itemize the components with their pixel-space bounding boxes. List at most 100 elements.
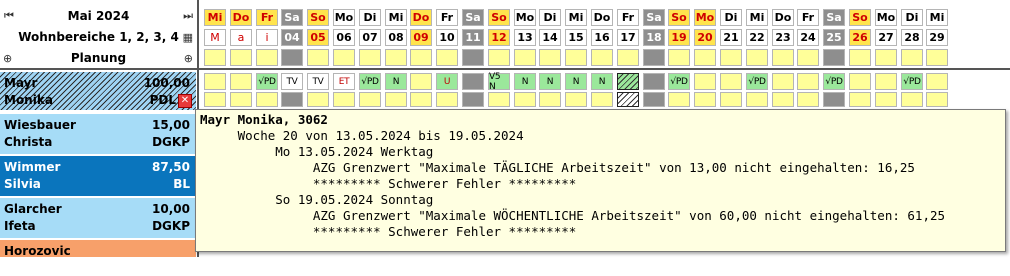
planning-cell[interactable] — [256, 49, 278, 66]
shift-cell[interactable] — [849, 73, 871, 90]
shift-cell[interactable] — [643, 92, 665, 107]
shift-cell[interactable] — [772, 92, 794, 107]
day-number-cell[interactable]: 24 — [797, 29, 819, 46]
planning-cell[interactable] — [617, 49, 639, 66]
planning-cell[interactable] — [436, 49, 458, 66]
shift-cell[interactable] — [617, 92, 639, 107]
day-number-cell[interactable]: a — [230, 29, 252, 46]
planning-cell[interactable] — [823, 49, 845, 66]
shift-cell[interactable]: V5 N — [488, 72, 510, 92]
shift-cell[interactable]: √PD — [256, 73, 278, 90]
shift-cell[interactable]: N — [565, 73, 587, 90]
planning-cell[interactable] — [694, 49, 716, 66]
employee-row[interactable]: Glarcher 10,00 Ifeta DGKP — [0, 198, 196, 238]
day-number-cell[interactable]: 26 — [849, 29, 871, 46]
day-number-cell[interactable]: 08 — [385, 29, 407, 46]
shift-cell[interactable]: √PD — [823, 73, 845, 90]
shift-cell[interactable] — [256, 92, 278, 107]
day-number-cell[interactable]: 14 — [539, 29, 561, 46]
planning-cell[interactable] — [797, 49, 819, 66]
shift-cell[interactable] — [694, 73, 716, 90]
day-number-cell[interactable]: 11 — [462, 29, 484, 46]
shift-cell[interactable]: N — [591, 73, 613, 90]
shift-cell[interactable] — [204, 73, 226, 90]
shift-cell[interactable] — [772, 73, 794, 90]
shift-cell[interactable] — [565, 92, 587, 107]
employee-row[interactable]: Mayr 100,00 Monika PDL ✕ — [0, 72, 196, 110]
employee-row[interactable]: Horozovic — [0, 240, 196, 258]
planning-cell[interactable] — [849, 49, 871, 66]
shift-cell[interactable]: N — [539, 73, 561, 90]
planning-cell[interactable] — [875, 49, 897, 66]
grid-icon[interactable]: ▦ — [183, 31, 193, 44]
shift-cell[interactable] — [926, 92, 948, 107]
shift-cell[interactable] — [694, 92, 716, 107]
day-number-cell[interactable]: M — [204, 29, 226, 46]
employee-row[interactable]: Wimmer 87,50 Silvia BL — [0, 156, 196, 196]
shift-cell[interactable] — [591, 92, 613, 107]
day-number-cell[interactable]: 06 — [333, 29, 355, 46]
shift-cell[interactable] — [875, 73, 897, 90]
day-number-cell[interactable]: 07 — [359, 29, 381, 46]
shift-cell[interactable] — [436, 92, 458, 107]
planning-cell[interactable] — [720, 49, 742, 66]
shift-cell[interactable]: U — [436, 73, 458, 90]
day-number-cell[interactable]: 18 — [643, 29, 665, 46]
day-number-cell[interactable]: 13 — [514, 29, 536, 46]
day-number-cell[interactable]: 29 — [926, 29, 948, 46]
day-number-cell[interactable]: 21 — [720, 29, 742, 46]
shift-cell[interactable] — [514, 92, 536, 107]
planning-cell[interactable] — [668, 49, 690, 66]
day-number-cell[interactable]: 27 — [875, 29, 897, 46]
planning-cell[interactable] — [488, 49, 510, 66]
day-number-cell[interactable]: 05 — [307, 29, 329, 46]
planning-cell[interactable] — [333, 49, 355, 66]
first-page-icon[interactable]: ⏮ — [4, 9, 14, 23]
shift-cell[interactable] — [901, 92, 923, 107]
day-number-cell[interactable]: 15 — [565, 29, 587, 46]
planning-cell[interactable] — [901, 49, 923, 66]
planning-cell[interactable] — [746, 49, 768, 66]
shift-cell[interactable] — [410, 73, 432, 90]
shift-cell[interactable] — [875, 92, 897, 107]
shift-cell[interactable] — [204, 92, 226, 107]
shift-cell[interactable] — [539, 92, 561, 107]
shift-cell[interactable] — [797, 73, 819, 90]
shift-cell[interactable]: N — [514, 73, 536, 90]
error-icon[interactable]: ✕ — [178, 94, 192, 108]
shift-cell[interactable] — [359, 92, 381, 107]
day-number-cell[interactable]: 12 — [488, 29, 510, 46]
planning-cell[interactable] — [462, 49, 484, 66]
shift-cell[interactable] — [462, 92, 484, 107]
shift-cell[interactable]: TV — [281, 73, 303, 90]
shift-cell[interactable] — [385, 92, 407, 107]
shift-cell[interactable] — [281, 92, 303, 107]
day-number-cell[interactable]: 16 — [591, 29, 613, 46]
shift-cell[interactable] — [926, 73, 948, 90]
planning-cell[interactable] — [926, 49, 948, 66]
shift-cell[interactable] — [823, 92, 845, 107]
shift-cell[interactable] — [230, 92, 252, 107]
planning-cell[interactable] — [539, 49, 561, 66]
day-number-cell[interactable]: 28 — [901, 29, 923, 46]
shift-cell[interactable]: √PD — [901, 73, 923, 90]
planning-cell[interactable] — [643, 49, 665, 66]
shift-cell[interactable] — [720, 92, 742, 107]
shift-cell[interactable]: N — [385, 73, 407, 90]
planning-cell[interactable] — [565, 49, 587, 66]
shift-cell[interactable]: TV — [307, 73, 329, 90]
shift-cell[interactable] — [797, 92, 819, 107]
planning-cell[interactable] — [204, 49, 226, 66]
shift-cell[interactable] — [643, 73, 665, 90]
day-number-cell[interactable]: 23 — [772, 29, 794, 46]
shift-cell[interactable] — [230, 73, 252, 90]
shift-cell[interactable] — [333, 92, 355, 107]
scroll-up-icon[interactable]: ⊕ — [3, 52, 12, 65]
shift-cell[interactable] — [462, 73, 484, 90]
shift-cell[interactable]: √PD — [746, 73, 768, 90]
scroll-down-icon[interactable]: ⊕ — [184, 52, 193, 65]
shift-cell[interactable]: √PD — [668, 73, 690, 90]
shift-cell[interactable]: √PD — [359, 73, 381, 90]
day-number-cell[interactable]: 19 — [668, 29, 690, 46]
planning-cell[interactable] — [591, 49, 613, 66]
